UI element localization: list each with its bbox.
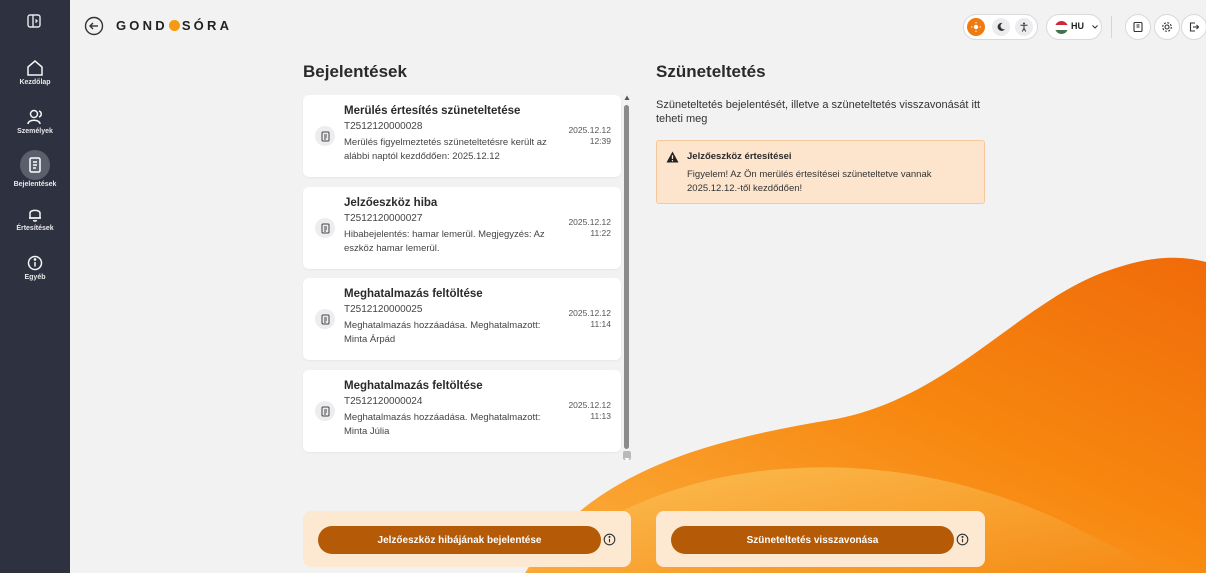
report-id: T2512120000024 bbox=[344, 396, 423, 407]
language-label: HU bbox=[1071, 21, 1084, 31]
report-card[interactable]: Meghatalmazás feltöltése T2512120000025 … bbox=[303, 278, 621, 360]
sidebar-item-bejelentesek[interactable]: Bejelentések bbox=[0, 150, 70, 188]
scrollbar-thumb[interactable] bbox=[624, 105, 629, 449]
pause-title: Szüneteltetés bbox=[656, 62, 766, 81]
revoke-pause-box: Szüneteltetés visszavonása bbox=[656, 511, 985, 567]
sidebar-item-label: Kezdőlap bbox=[19, 79, 51, 86]
header-divider bbox=[1111, 16, 1112, 38]
sidebar-item-kezdolap[interactable]: Kezdőlap bbox=[0, 58, 70, 86]
info-icon[interactable] bbox=[956, 533, 969, 546]
bell-icon bbox=[29, 209, 41, 222]
report-id: T2512120000027 bbox=[344, 213, 423, 224]
back-arrow-icon[interactable] bbox=[84, 16, 104, 36]
reports-title: Bejelentések bbox=[303, 62, 407, 81]
sidebar-item-ertesitesek[interactable]: Értesítések bbox=[0, 204, 70, 232]
document-icon bbox=[315, 218, 335, 238]
alert-title: Jelzőeszköz értesítései bbox=[687, 151, 792, 162]
hungary-flag-icon bbox=[1055, 21, 1068, 34]
report-date: 2025.12.12 bbox=[568, 400, 611, 410]
report-time: 12:39 bbox=[589, 136, 611, 146]
brand-text-start: GOND bbox=[116, 18, 168, 33]
scroll-up-arrow-icon[interactable] bbox=[624, 95, 630, 101]
accessibility-button[interactable] bbox=[1015, 18, 1033, 36]
warning-icon bbox=[666, 151, 679, 163]
reports-list[interactable]: Merülés értesítés szüneteltetése T251212… bbox=[303, 95, 631, 462]
scroll-down-arrow[interactable] bbox=[623, 451, 631, 462]
report-date: 2025.12.12 bbox=[568, 125, 611, 135]
report-fault-box: Jelzőeszköz hibájának bejelentése bbox=[303, 511, 631, 567]
report-card[interactable]: Jelzőeszköz hiba T2512120000027 Hibabeje… bbox=[303, 187, 621, 269]
theme-switcher bbox=[963, 14, 1038, 40]
background-wave bbox=[525, 257, 1206, 573]
sidebar-item-egyeb[interactable]: Egyéb bbox=[0, 253, 70, 281]
report-description: Merülés figyelmeztetés szüneteltetésre k… bbox=[344, 137, 547, 162]
scroll-down-arrow-icon bbox=[624, 458, 630, 462]
home-icon bbox=[27, 60, 43, 76]
report-title: Jelzőeszköz hiba bbox=[344, 197, 438, 209]
report-description: Meghatalmazás hozzáadása. Meghatalmazott… bbox=[344, 412, 541, 437]
dark-theme-button[interactable] bbox=[992, 18, 1010, 36]
language-selector[interactable]: HU bbox=[1046, 14, 1102, 40]
revoke-pause-button[interactable]: Szüneteltetés visszavonása bbox=[671, 526, 954, 554]
report-id: T2512120000025 bbox=[344, 304, 423, 315]
accessibility-icon bbox=[1020, 22, 1028, 32]
report-card[interactable]: Meghatalmazás feltöltése T2512120000024 … bbox=[303, 370, 621, 452]
report-id: T2512120000028 bbox=[344, 121, 423, 132]
sun-icon bbox=[971, 22, 981, 32]
report-time: 11:22 bbox=[590, 228, 611, 238]
sidebar-item-label: Személyek bbox=[17, 128, 53, 135]
alert-text: Figyelem! Az Ön merülés értesítései szün… bbox=[687, 169, 932, 194]
report-timestamp: 2025.12.12 11:14 bbox=[568, 308, 611, 330]
brand-logo: GOND SÓRA bbox=[116, 18, 232, 33]
report-timestamp: 2025.12.12 11:22 bbox=[568, 217, 611, 239]
report-timestamp: 2025.12.12 12:39 bbox=[568, 125, 611, 147]
manual-button[interactable] bbox=[1125, 14, 1151, 40]
people-icon bbox=[27, 109, 42, 125]
report-date: 2025.12.12 bbox=[568, 217, 611, 227]
report-description: Hibabejelentés: hamar lemerül. Megjegyzé… bbox=[344, 229, 545, 254]
report-title: Meghatalmazás feltöltése bbox=[344, 380, 483, 392]
info-icon[interactable] bbox=[603, 533, 616, 546]
pause-description: Szüneteltetés bejelentését, illetve a sz… bbox=[656, 99, 981, 125]
sidebar-toggle-icon[interactable] bbox=[25, 12, 43, 30]
report-title: Meghatalmazás feltöltése bbox=[344, 288, 483, 300]
report-timestamp: 2025.12.12 11:13 bbox=[568, 400, 611, 422]
logout-button[interactable] bbox=[1181, 14, 1206, 40]
chevron-down-icon bbox=[1092, 25, 1098, 29]
sidebar-item-label: Értesítések bbox=[16, 225, 54, 232]
report-fault-button[interactable]: Jelzőeszköz hibájának bejelentése bbox=[318, 526, 601, 554]
sidebar-item-szemelyek[interactable]: Személyek bbox=[0, 107, 70, 135]
sidebar-item-label: Egyéb bbox=[24, 274, 46, 281]
document-icon bbox=[29, 157, 41, 173]
document-icon bbox=[315, 401, 335, 421]
document-icon bbox=[315, 309, 335, 329]
report-card[interactable]: Merülés értesítés szüneteltetése T251212… bbox=[303, 95, 621, 177]
document-icon bbox=[315, 126, 335, 146]
sidebar: Kezdőlap Személyek Bejelentések Értesíté… bbox=[0, 0, 70, 573]
brand-text-end: SÓRA bbox=[181, 18, 233, 33]
logout-icon bbox=[1189, 22, 1200, 32]
info-icon bbox=[27, 255, 43, 271]
report-time: 11:13 bbox=[590, 411, 611, 421]
moon-icon bbox=[997, 22, 1005, 31]
settings-button[interactable] bbox=[1154, 14, 1180, 40]
book-icon bbox=[1133, 21, 1143, 33]
brand-dot-icon bbox=[168, 20, 180, 31]
report-time: 11:14 bbox=[590, 319, 611, 329]
pause-alert: Jelzőeszköz értesítései Figyelem! Az Ön … bbox=[656, 140, 985, 204]
gear-icon bbox=[1162, 22, 1172, 32]
report-title: Merülés értesítés szüneteltetése bbox=[344, 105, 521, 117]
light-theme-button[interactable] bbox=[967, 18, 985, 36]
sidebar-item-label: Bejelentések bbox=[13, 181, 57, 188]
report-description: Meghatalmazás hozzáadása. Meghatalmazott… bbox=[344, 320, 541, 345]
report-date: 2025.12.12 bbox=[568, 308, 611, 318]
